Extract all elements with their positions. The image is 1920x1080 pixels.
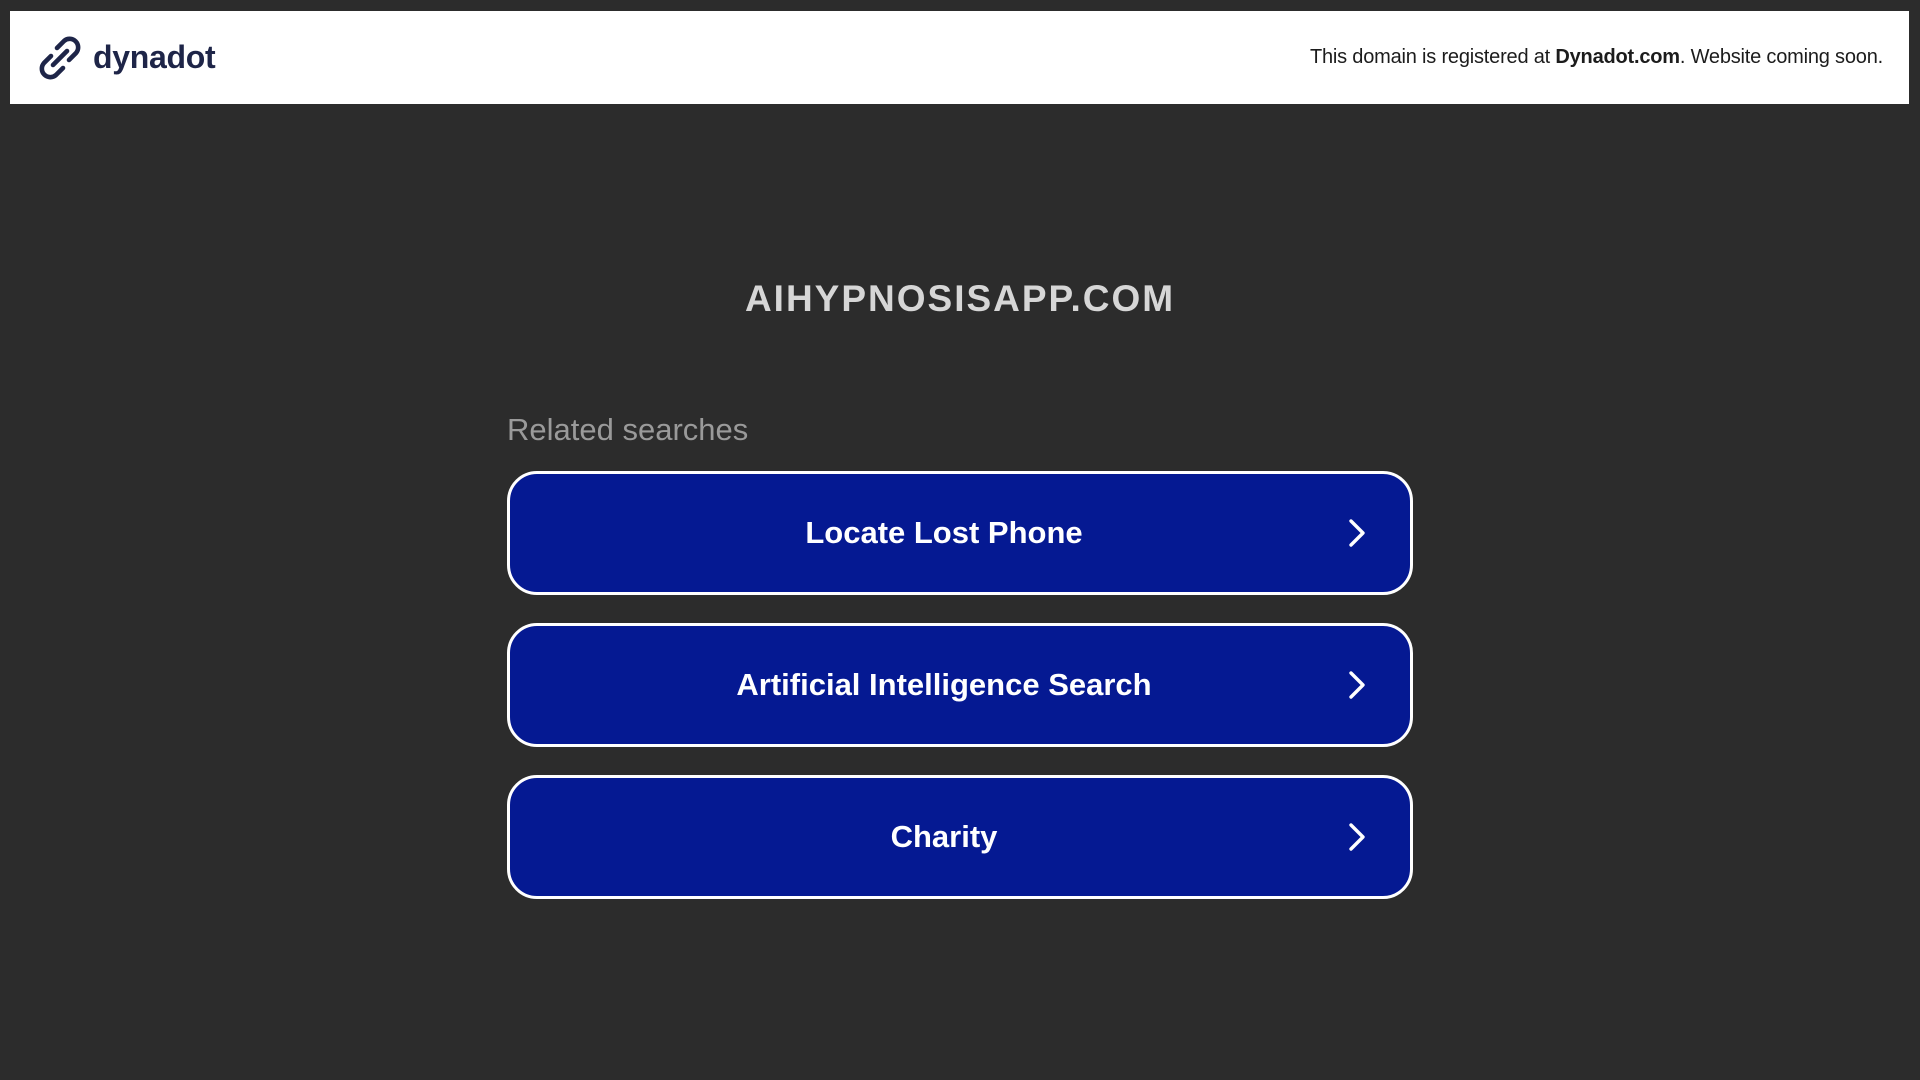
search-button-charity[interactable]: Charity (507, 775, 1413, 899)
registration-notice: This domain is registered at Dynadot.com… (1310, 46, 1883, 69)
domain-title: AIHYPNOSISAPP.COM (744, 278, 1176, 319)
related-searches: Related searches Locate Lost Phone Artif… (507, 410, 1413, 927)
top-bar: dynadot This domain is registered at Dyn… (10, 11, 1909, 104)
search-button-label: Locate Lost Phone (805, 515, 1083, 550)
dynadot-logo-link[interactable]: dynadot (36, 34, 216, 82)
brand-name: dynadot (93, 39, 216, 75)
parked-domain-page: dynadot This domain is registered at Dyn… (0, 0, 1920, 1080)
notice-suffix: . Website coming soon. (1679, 46, 1883, 68)
chevron-right-icon (1349, 671, 1365, 699)
chevron-right-icon (1349, 519, 1365, 547)
dynadot-logo-icon (39, 36, 81, 79)
search-button-label: Artificial Intelligence Search (736, 667, 1152, 702)
notice-prefix: This domain is registered at (1309, 46, 1556, 68)
notice-registrar: Dynadot.com (1555, 46, 1680, 68)
search-button-locate-lost-phone[interactable]: Locate Lost Phone (507, 471, 1413, 595)
search-button-artificial-intelligence-search[interactable]: Artificial Intelligence Search (507, 623, 1413, 747)
related-searches-heading: Related searches (507, 412, 749, 447)
chevron-right-icon (1349, 823, 1365, 851)
search-button-label: Charity (890, 819, 998, 854)
